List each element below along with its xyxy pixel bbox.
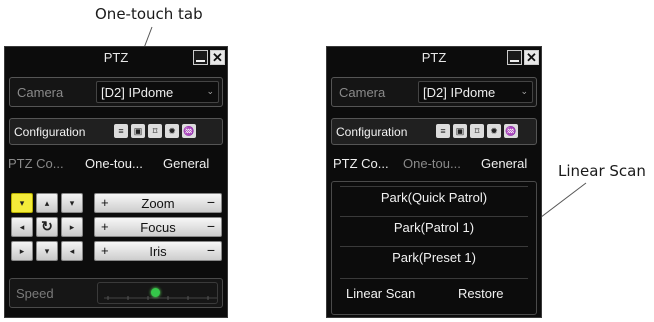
- window-close-icon[interactable]: ✕: [524, 50, 539, 65]
- dropdown-chevron-icon: ⌄: [206, 86, 214, 96]
- camera-select[interactable]: [D2] IPdome ⌄: [418, 81, 533, 103]
- speed-slider[interactable]: [97, 282, 218, 304]
- direction-right-button[interactable]: ▸: [61, 217, 83, 237]
- window-close-icon[interactable]: ✕: [210, 50, 225, 65]
- configuration-row: Configuration ≡ ▣ ⌑ ✹ ♒: [9, 118, 223, 145]
- menu-icon[interactable]: ≡: [114, 124, 128, 138]
- iris-control: + Iris −: [94, 241, 222, 261]
- speed-label: Speed: [16, 286, 54, 301]
- titlebar: PTZ ✕: [5, 47, 227, 69]
- focus-label: Focus: [140, 220, 176, 235]
- speed-row: Speed: [9, 278, 223, 308]
- park-quick-patrol-button[interactable]: Park(Quick Patrol): [340, 186, 528, 209]
- callout-linear-scan: Linear Scan: [558, 162, 646, 180]
- focus-frame-icon[interactable]: ⌑: [470, 124, 484, 138]
- camera-row: Camera [D2] IPdome ⌄: [331, 77, 537, 107]
- direction-up-right-button[interactable]: ▾: [61, 193, 83, 213]
- wiper-icon[interactable]: ♒: [182, 124, 196, 138]
- focus-control: + Focus −: [94, 217, 222, 237]
- callout-one-touch-tab: One-touch tab: [95, 5, 203, 23]
- auto-scan-icon[interactable]: ↻: [36, 217, 58, 237]
- window-title: PTZ: [103, 50, 129, 65]
- camera-select[interactable]: [D2] IPdome ⌄: [96, 81, 219, 103]
- wiper-icon[interactable]: ♒: [504, 124, 518, 138]
- camera-label: Camera: [17, 85, 64, 100]
- light-icon[interactable]: ✹: [165, 124, 179, 138]
- direction-down-left-button[interactable]: ▸: [11, 241, 33, 261]
- ptz-panel-left: PTZ ✕ Camera [D2] IPdome ⌄ Configuration…: [4, 46, 228, 318]
- camera-row: Camera [D2] IPdome ⌄: [9, 77, 223, 107]
- park-patrol-button[interactable]: Park(Patrol 1): [340, 216, 528, 239]
- direction-up-left-button[interactable]: ▾: [11, 193, 33, 213]
- window-minimize-icon[interactable]: [193, 50, 208, 65]
- focus-far-button[interactable]: −: [207, 218, 215, 234]
- iris-close-button[interactable]: −: [207, 242, 215, 258]
- light-icon[interactable]: ✹: [487, 124, 501, 138]
- tab-bar: PTZ Co... One-tou... General: [5, 152, 227, 174]
- tab-general[interactable]: General: [163, 156, 209, 171]
- window-title: PTZ: [421, 50, 447, 65]
- titlebar: PTZ ✕: [327, 47, 541, 69]
- one-touch-list: Park(Quick Patrol) Park(Patrol 1) Park(P…: [331, 181, 537, 315]
- tab-ptz-control[interactable]: PTZ Co...: [333, 156, 389, 171]
- preset-icon[interactable]: ▣: [453, 124, 467, 138]
- zoom-out-button[interactable]: −: [207, 194, 215, 210]
- camera-label: Camera: [339, 85, 386, 100]
- camera-value: [D2] IPdome: [423, 85, 496, 100]
- tab-bar: PTZ Co... One-tou... General: [327, 152, 541, 174]
- direction-up-button[interactable]: ▴: [36, 193, 58, 213]
- configuration-label: Configuration: [336, 125, 408, 139]
- direction-left-button[interactable]: ◂: [11, 217, 33, 237]
- window-minimize-icon[interactable]: [507, 50, 522, 65]
- tab-ptz-control[interactable]: PTZ Co...: [8, 156, 64, 171]
- restore-button[interactable]: Restore: [458, 286, 504, 301]
- focus-frame-icon[interactable]: ⌑: [148, 124, 162, 138]
- configuration-row: Configuration ≡ ▣ ⌑ ✹ ♒: [331, 118, 537, 145]
- tab-one-touch[interactable]: One-tou...: [85, 156, 143, 171]
- menu-icon[interactable]: ≡: [436, 124, 450, 138]
- divider: [340, 278, 528, 279]
- iris-label: Iris: [149, 244, 167, 259]
- preset-icon[interactable]: ▣: [131, 124, 145, 138]
- ptz-panel-right: PTZ ✕ Camera [D2] IPdome ⌄ Configuration…: [326, 46, 542, 318]
- configuration-label: Configuration: [14, 125, 86, 139]
- camera-value: [D2] IPdome: [101, 85, 174, 100]
- park-preset-button[interactable]: Park(Preset 1): [340, 246, 528, 269]
- linear-scan-button[interactable]: Linear Scan: [346, 286, 415, 301]
- speed-slider-knob[interactable]: [151, 288, 160, 297]
- dropdown-chevron-icon: ⌄: [520, 86, 528, 96]
- tab-one-touch[interactable]: One-tou...: [403, 156, 461, 171]
- zoom-control: + Zoom −: [94, 193, 222, 213]
- tab-general[interactable]: General: [481, 156, 527, 171]
- direction-down-button[interactable]: ▾: [36, 241, 58, 261]
- direction-down-right-button[interactable]: ◂: [61, 241, 83, 261]
- zoom-label: Zoom: [141, 196, 175, 211]
